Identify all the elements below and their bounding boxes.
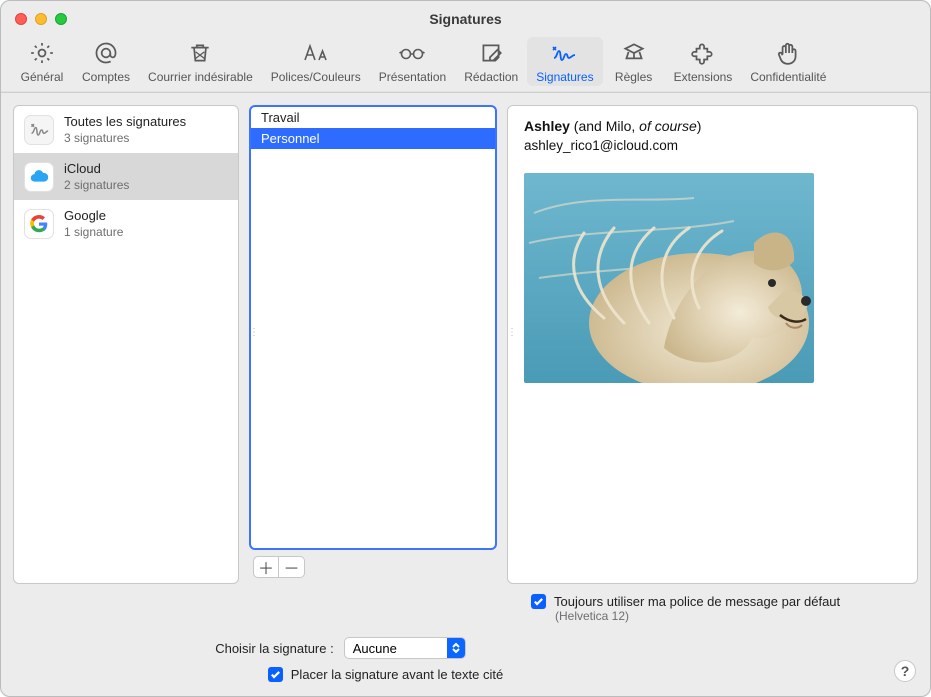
column-resize-handle[interactable]: ⋮ <box>507 327 513 357</box>
always-use-font-checkbox[interactable]: Toujours utiliser ma police de message p… <box>531 594 912 609</box>
checkbox-checked-icon <box>531 594 546 609</box>
hand-icon <box>775 39 801 67</box>
remove-signature-button[interactable]: － <box>279 556 305 578</box>
tab-label: Rédaction <box>464 70 518 84</box>
account-all-signatures[interactable]: Toutes les signatures 3 signatures <box>14 106 238 153</box>
tab-label: Confidentialité <box>750 70 826 84</box>
accounts-list: Toutes les signatures 3 signatures iClou… <box>13 105 239 584</box>
signature-image <box>524 173 814 383</box>
tab-rules[interactable]: Règles <box>603 37 665 86</box>
checkbox-label: Toujours utiliser ma police de message p… <box>554 594 840 609</box>
help-button[interactable]: ? <box>894 660 916 682</box>
tab-label: Courrier indésirable <box>148 70 253 84</box>
signatures-list: Travail Personnel <box>249 105 497 550</box>
tab-accounts[interactable]: Comptes <box>73 37 139 86</box>
signature-text-line: Ashley (and Milo, of course) <box>524 118 901 136</box>
toolbar: Général Comptes Courrier indésirable Pol… <box>1 33 930 93</box>
checkbox-label: Placer la signature avant le texte cité <box>291 667 503 682</box>
select-arrows-icon <box>447 637 465 659</box>
titlebar: Signatures <box>1 5 930 33</box>
signature-email: ashley_rico1@icloud.com <box>524 138 901 153</box>
signature-icon <box>24 115 54 145</box>
tab-privacy[interactable]: Confidentialité <box>741 37 835 86</box>
puzzle-icon <box>690 39 716 67</box>
glasses-icon <box>397 39 427 67</box>
signature-icon <box>550 39 580 67</box>
compose-icon <box>478 39 504 67</box>
signature-add-remove: ＋ － <box>253 556 497 578</box>
choose-signature-label: Choisir la signature : <box>215 641 334 656</box>
account-name: Google <box>64 208 123 223</box>
tab-label: Signatures <box>536 70 593 84</box>
account-icloud[interactable]: iCloud 2 signatures <box>14 153 238 200</box>
tab-label: Général <box>21 70 64 84</box>
account-count: 2 signatures <box>64 178 129 192</box>
tab-extensions[interactable]: Extensions <box>665 37 742 86</box>
tab-label: Règles <box>615 70 652 84</box>
add-signature-button[interactable]: ＋ <box>253 556 279 578</box>
rules-icon <box>621 39 647 67</box>
tab-fonts[interactable]: Polices/Couleurs <box>262 37 370 86</box>
account-count: 3 signatures <box>64 131 186 145</box>
checkbox-checked-icon <box>268 667 283 682</box>
signature-item[interactable]: Personnel <box>251 128 495 149</box>
tab-signatures[interactable]: Signatures <box>527 37 602 86</box>
options-area: Toujours utiliser ma police de message p… <box>1 590 930 696</box>
tab-label: Polices/Couleurs <box>271 70 361 84</box>
window-title: Signatures <box>1 11 930 27</box>
account-google[interactable]: Google 1 signature <box>14 200 238 247</box>
preferences-window: Signatures Général Comptes Courrier indé… <box>0 0 931 697</box>
tab-general[interactable]: Général <box>11 37 73 86</box>
content-area: ⋮ ⋮ Toutes les signatures 3 signatures i… <box>1 93 930 590</box>
account-name: iCloud <box>64 161 129 176</box>
choose-signature-select[interactable]: Aucune <box>344 637 466 659</box>
signature-preview[interactable]: Ashley (and Milo, of course) ashley_rico… <box>507 105 918 584</box>
icloud-icon <box>24 162 54 192</box>
font-detail: (Helvetica 12) <box>555 609 629 623</box>
account-name: Toutes les signatures <box>64 114 186 129</box>
select-value: Aucune <box>353 641 447 656</box>
tab-composing[interactable]: Rédaction <box>455 37 527 86</box>
account-count: 1 signature <box>64 225 123 239</box>
tab-junk[interactable]: Courrier indésirable <box>139 37 262 86</box>
font-icon <box>301 39 331 67</box>
tab-label: Extensions <box>674 70 733 84</box>
tab-label: Comptes <box>82 70 130 84</box>
place-before-checkbox[interactable]: Placer la signature avant le texte cité <box>19 667 752 682</box>
signature-item[interactable]: Travail <box>251 107 495 128</box>
google-icon <box>24 209 54 239</box>
at-icon <box>93 39 119 67</box>
column-resize-handle[interactable]: ⋮ <box>249 327 255 357</box>
tab-viewing[interactable]: Présentation <box>370 37 455 86</box>
gear-icon <box>29 39 55 67</box>
trash-icon <box>187 39 213 67</box>
tab-label: Présentation <box>379 70 446 84</box>
